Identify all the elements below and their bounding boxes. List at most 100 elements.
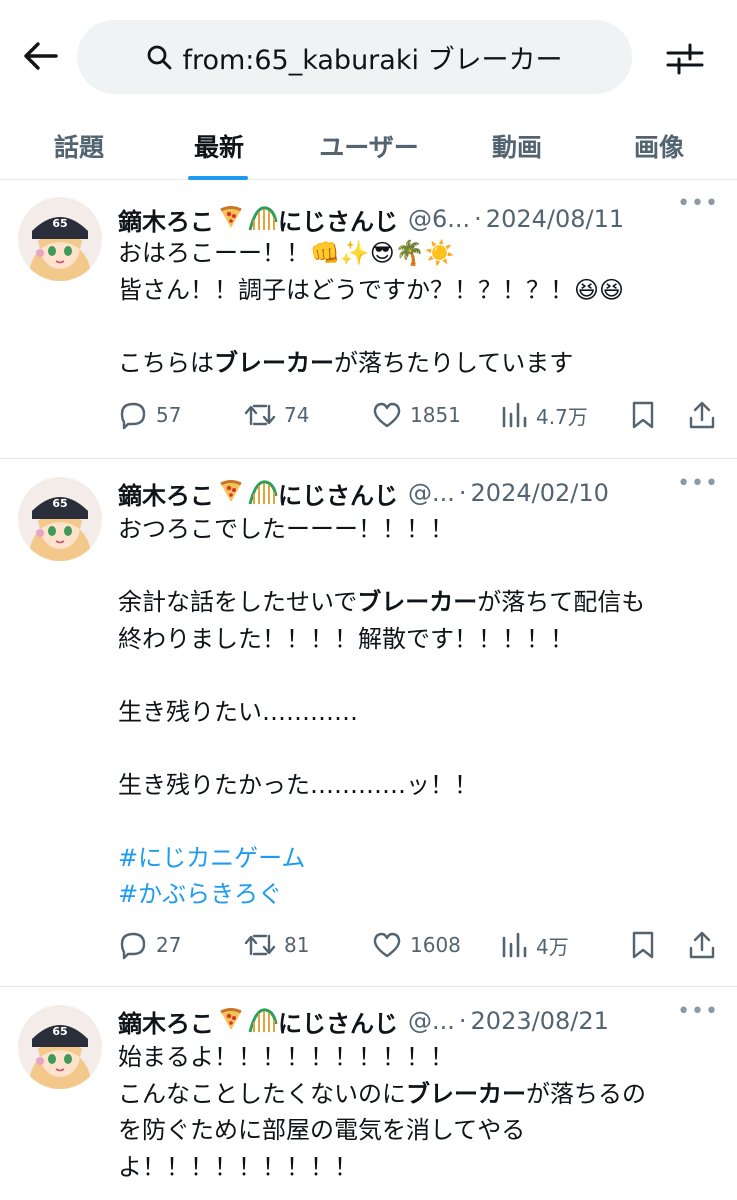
avatar[interactable]: 65 <box>18 197 102 281</box>
pizza-emoji-icon <box>218 204 244 234</box>
display-name[interactable]: 鏑木ろこ <box>118 1004 214 1039</box>
share-icon <box>689 401 715 429</box>
retweet-count: 74 <box>284 403 310 427</box>
tweet-text-segment: を防ぐために部屋の電気を消してやる <box>118 1116 526 1144</box>
back-button[interactable] <box>18 34 62 78</box>
pizza-emoji-icon <box>218 478 244 508</box>
reply-button[interactable]: 27 <box>118 925 181 965</box>
retweet-button[interactable]: 81 <box>244 925 309 965</box>
like-count: 1608 <box>410 933 461 957</box>
tweet[interactable]: 65 鏑木ろこ にじさんじ @... · 2024/02/10 ••• おつろこ… <box>0 459 737 987</box>
tweet-line: 生き残りたかった…………ッ！！ <box>118 767 718 804</box>
separator-dot: · <box>474 205 482 233</box>
rollercoaster-emoji-icon <box>248 476 278 510</box>
more-options-icon[interactable]: ••• <box>677 999 719 1024</box>
tweet-line: こんなことしたくないのにブレーカーが落ちるの <box>118 1076 718 1113</box>
org-name: にじさんじ <box>278 207 398 236</box>
org-name: にじさんじ <box>278 1009 398 1038</box>
like-button[interactable]: 1851 <box>372 395 461 435</box>
tweet-line: 終わりました！！！！解散です！！！！！ <box>118 621 718 658</box>
search-filter-button[interactable] <box>660 34 710 84</box>
sliders-icon <box>666 43 704 75</box>
tweet-text-segment: が落ちて配信も <box>477 588 646 616</box>
reply-button[interactable]: 57 <box>118 395 181 435</box>
bookmark-button[interactable] <box>630 395 656 435</box>
avatar-image: 65 <box>18 1005 102 1089</box>
like-count: 1851 <box>410 403 461 427</box>
tweet-actions: 57 74 1851 4.7万 <box>118 395 718 435</box>
active-tab-indicator <box>188 176 248 180</box>
views-bar-chart-icon <box>502 402 527 428</box>
tweet-text-segment: よ！！！！！！！！！ <box>118 1152 358 1181</box>
views-button[interactable]: 4.7万 <box>500 395 588 435</box>
tweet-line: おはろこーー！！👊✨😎🌴☀️ <box>118 235 718 272</box>
search-query: from:65_kaburaki ブレーカー <box>182 44 563 76</box>
tweet-line: #かぶらきろぐ <box>118 876 718 913</box>
tab-top[interactable]: 話題 <box>28 112 130 180</box>
retweet-icon <box>244 934 276 956</box>
tab-people[interactable]: ユーザー <box>298 112 440 180</box>
views-bar-chart-icon <box>502 932 527 958</box>
top-bar: from:65_kaburaki ブレーカー <box>0 0 737 112</box>
more-options-icon[interactable]: ••• <box>677 191 719 216</box>
tweet-text-segment: 始まるよ！！！！！！！！！！ <box>118 1043 454 1071</box>
retweet-icon <box>244 404 276 426</box>
tweet-line: 余計な話をしたせいでブレーカーが落ちて配信も <box>118 584 718 621</box>
tweet-line <box>118 308 718 345</box>
view-count: 4万 <box>536 934 569 959</box>
tweet-line: を防ぐために部屋の電気を消してやる <box>118 1112 718 1149</box>
tweet-text-segment: こちらは <box>118 348 214 377</box>
tweet-line <box>118 803 718 840</box>
retweet-button[interactable]: 74 <box>244 395 309 435</box>
highlighted-keyword: ブレーカー <box>214 348 334 377</box>
svg-text:65: 65 <box>52 217 67 230</box>
hashtag-link[interactable]: #かぶらきろぐ <box>118 880 282 908</box>
reply-count: 27 <box>156 933 182 957</box>
tweet-date[interactable]: 2024/02/10 <box>471 479 609 507</box>
hashtag-link[interactable]: #にじカニゲーム <box>118 844 305 872</box>
tweet-line: こちらはブレーカーが落ちたりしています <box>118 345 718 382</box>
share-button[interactable] <box>688 395 716 435</box>
tab-videos[interactable]: 動画 <box>466 112 568 180</box>
tweet-text: 始まるよ！！！！！！！！！！ こんなことしたくないのにブレーカーが落ちるのを防ぐた… <box>118 1039 718 1185</box>
tweet-text-segment: おはろこーー！！👊✨😎🌴☀️ <box>118 239 455 267</box>
tweet-text-segment: 余計な話をしたせいで <box>118 588 358 616</box>
display-name[interactable]: 鏑木ろこ <box>118 202 214 237</box>
more-options-icon[interactable]: ••• <box>677 471 719 496</box>
tweet-header: 鏑木ろこ にじさんじ @... · 2023/08/21 <box>118 1001 728 1041</box>
tweet-text-segment: 生き残りたかった…………ッ！！ <box>118 770 478 799</box>
handle[interactable]: @6... <box>408 205 470 233</box>
tweet[interactable]: 65 鏑木ろこ にじさんじ @... · 2023/08/21 ••• 始まるよ… <box>0 987 737 1200</box>
tweet-header: 鏑木ろこ にじさんじ @6... · 2024/08/11 <box>118 199 728 239</box>
search-icon <box>148 45 172 70</box>
tweet-line <box>118 730 718 767</box>
avatar-image: 65 <box>18 197 102 281</box>
display-name[interactable]: 鏑木ろこ <box>118 476 214 511</box>
tab-latest[interactable]: 最新 <box>168 112 270 180</box>
org-name: にじさんじ <box>278 481 398 510</box>
retweet-count: 81 <box>284 933 310 957</box>
tweet-line: 生き残りたい………… <box>118 694 718 731</box>
tweet-date[interactable]: 2024/08/11 <box>486 205 624 233</box>
separator-dot: · <box>458 479 467 507</box>
svg-text:65: 65 <box>52 497 67 510</box>
tweet-date[interactable]: 2023/08/21 <box>471 1007 609 1035</box>
search-input[interactable]: from:65_kaburaki ブレーカー <box>77 20 632 94</box>
tweet-line <box>118 657 718 694</box>
handle[interactable]: @... <box>408 479 455 507</box>
avatar[interactable]: 65 <box>18 1005 102 1089</box>
share-button[interactable] <box>688 925 716 965</box>
views-button[interactable]: 4万 <box>500 925 569 965</box>
like-button[interactable]: 1608 <box>372 925 461 965</box>
tweet-text-segment: 生き残りたい………… <box>118 697 358 726</box>
back-arrow-icon <box>24 42 58 70</box>
separator-dot: · <box>458 1007 467 1035</box>
bookmark-button[interactable] <box>630 925 656 965</box>
tab-images[interactable]: 画像 <box>608 112 710 180</box>
avatar[interactable]: 65 <box>18 477 102 561</box>
bookmark-icon <box>632 931 654 959</box>
avatar-image: 65 <box>18 477 102 561</box>
reply-icon <box>120 402 146 430</box>
handle[interactable]: @... <box>408 1007 455 1035</box>
tweet[interactable]: 65 鏑木ろこ にじさんじ @6... · 2024/08/11 ••• おはろ… <box>0 181 737 459</box>
